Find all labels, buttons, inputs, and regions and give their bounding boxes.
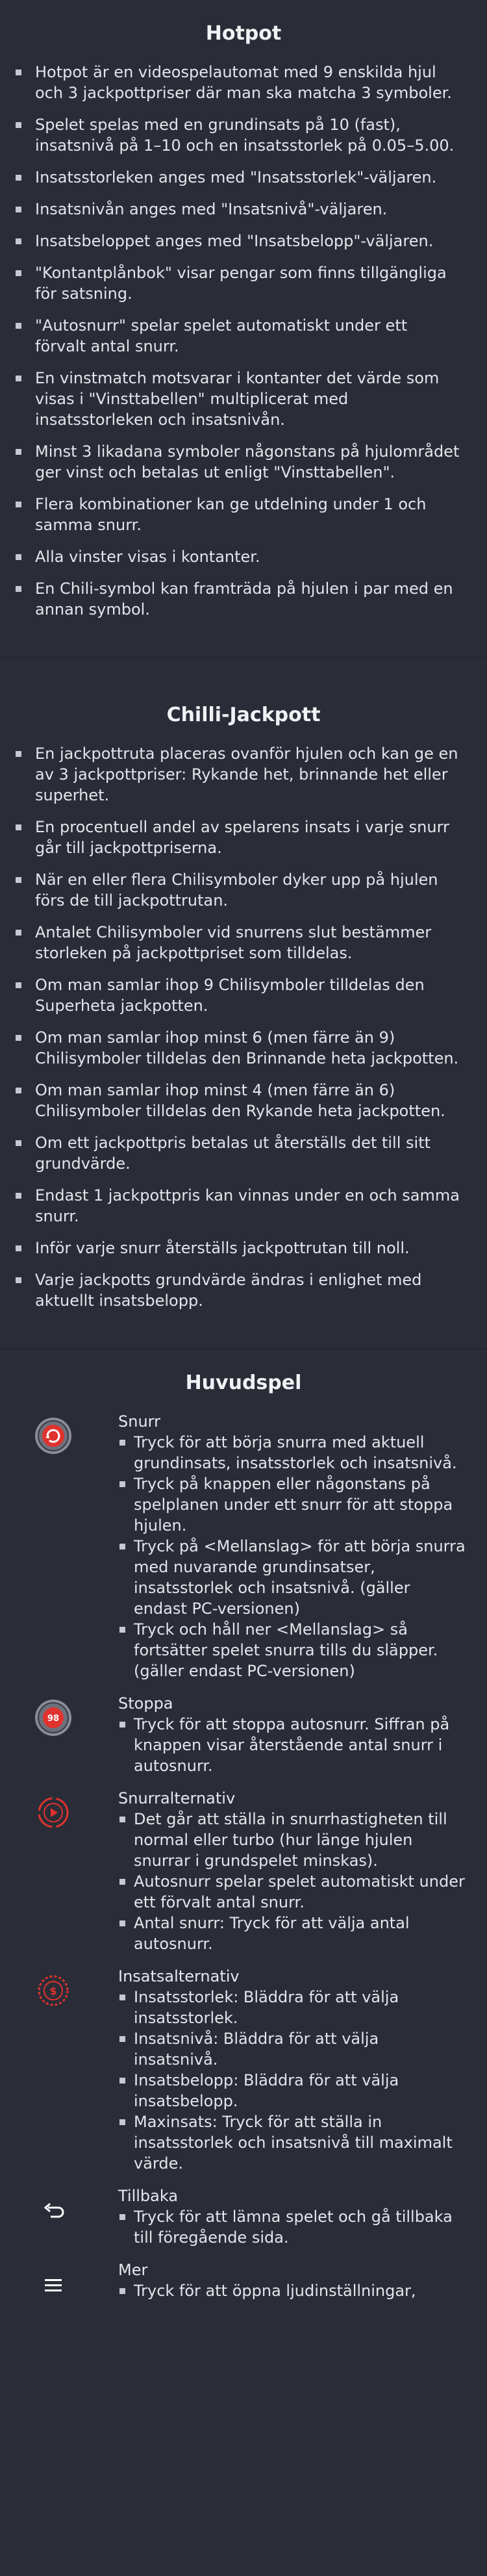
- list-item: Tryck för att stoppa autosnurr. Siffran …: [119, 1714, 468, 1776]
- list-item: Maxinsats: Tryck för att ställa in insat…: [119, 2111, 468, 2174]
- chilli-jackpot-title: Chilli-Jackpott: [166, 704, 321, 726]
- stop-row: 98 Stoppa Tryck för att stoppa autosnurr…: [0, 1693, 487, 1788]
- list-item: Autosnurr spelar spelet automatiskt unde…: [119, 1871, 468, 1913]
- chilli-jackpot-section: Chilli-Jackpott En jackpottruta placeras…: [0, 657, 487, 1348]
- menu-icon[interactable]: [34, 2265, 73, 2304]
- list-item: Om man samlar ihop 9 Chilisymboler tilld…: [16, 975, 461, 1016]
- bet-options-title: Insatsalternativ: [118, 1967, 240, 1985]
- spin-options-title: Snurralternativ: [118, 1789, 236, 1807]
- back-title: Tillbaka: [118, 2187, 179, 2205]
- list-item: En vinstmatch motsvarar i kontanter det …: [16, 368, 461, 430]
- spin-title: Snurr: [118, 1412, 160, 1431]
- list-item: Tryck på <Mellanslag> för att börja snur…: [119, 1536, 468, 1619]
- list-item: Flera kombinationer kan ge utdelning und…: [16, 494, 461, 535]
- list-item: Insatsstorlek: Bläddra för att välja ins…: [119, 1987, 468, 2028]
- list-item: Spelet spelas med en grundinsats på 10 (…: [16, 114, 461, 156]
- list-item: Insatsnivån anges med "Insatsnivå"-välja…: [16, 199, 461, 220]
- list-item: Insatsbelopp: Bläddra för att välja insa…: [119, 2070, 468, 2111]
- chilli-rules-list: En jackpottruta placeras ovanför hjulen …: [0, 743, 487, 1311]
- more-row: Mer Tryck för att öppna ljudinställninga…: [0, 2260, 487, 2313]
- list-item: Hotpot är en videospelautomat med 9 ensk…: [16, 62, 461, 103]
- list-item: Tryck för att öppna ljudinställningar,: [119, 2280, 468, 2301]
- list-item: Det går att ställa in snurrhastigheten t…: [119, 1809, 468, 1871]
- svg-text:$: $: [49, 1985, 56, 1997]
- list-item: Insatsbeloppet anges med "Insatsbelopp"-…: [16, 231, 461, 251]
- back-row: Tillbaka Tryck för att lämna spelet och …: [0, 2186, 487, 2260]
- back-description-list: Tryck för att lämna spelet och gå tillba…: [118, 2206, 468, 2248]
- main-game-section: Huvudspel Snurr Tryck för att börja snur…: [0, 1348, 487, 2313]
- main-game-title: Huvudspel: [185, 1371, 302, 1394]
- more-description-list: Tryck för att öppna ljudinställningar,: [118, 2280, 468, 2301]
- bet-options-icon[interactable]: $: [34, 1971, 73, 2010]
- hotpot-rules-list: Hotpot är en videospelautomat med 9 ensk…: [0, 62, 487, 620]
- spin-row: Snurr Tryck för att börja snurra med akt…: [0, 1411, 487, 1693]
- spin-options-description-list: Det går att ställa in snurrhastigheten t…: [118, 1809, 468, 1954]
- list-item: Om man samlar ihop minst 6 (men färre än…: [16, 1027, 461, 1069]
- back-arrow-icon[interactable]: [34, 2191, 73, 2230]
- spin-options-icon[interactable]: [34, 1793, 73, 1832]
- list-item: En procentuell andel av spelarens insats…: [16, 817, 461, 858]
- list-item: En jackpottruta placeras ovanför hjulen …: [16, 743, 461, 806]
- hotpot-section: Hotpot Hotpot är en videospelautomat med…: [0, 0, 487, 657]
- stop-description-list: Tryck för att stoppa autosnurr. Siffran …: [118, 1714, 468, 1776]
- list-item: Antal snurr: Tryck för att välja antal a…: [119, 1913, 468, 1954]
- list-item: Tryck och håll ner <Mellanslag> så forts…: [119, 1619, 468, 1681]
- spin-button-icon[interactable]: [34, 1416, 73, 1455]
- list-item: Om man samlar ihop minst 4 (men färre än…: [16, 1080, 461, 1121]
- list-item: Endast 1 jackpottpris kan vinnas under e…: [16, 1185, 461, 1227]
- stop-autospin-icon[interactable]: 98: [34, 1698, 73, 1737]
- stop-title: Stoppa: [118, 1694, 173, 1713]
- list-item: Antalet Chilisymboler vid snurrens slut …: [16, 922, 461, 963]
- hotpot-title: Hotpot: [205, 22, 282, 45]
- list-item: "Autosnurr" spelar spelet automatiskt un…: [16, 315, 461, 357]
- list-item: Minst 3 likadana symboler någonstans på …: [16, 441, 461, 483]
- list-item: Varje jackpotts grundvärde ändras i enli…: [16, 1269, 461, 1311]
- bet-options-row: $ Insatsalternativ Insatsstorlek: Bläddr…: [0, 1966, 487, 2186]
- list-item: "Kontantplånbok" visar pengar som finns …: [16, 262, 461, 304]
- list-item: Alla vinster visas i kontanter.: [16, 546, 461, 567]
- list-item: Inför varje snurr återställs jackpottrut…: [16, 1238, 461, 1258]
- spin-description-list: Tryck för att börja snurra med aktuell g…: [118, 1432, 468, 1681]
- list-item: Insatsnivå: Bläddra för att välja insats…: [119, 2028, 468, 2070]
- spin-options-row: Snurralternativ Det går att ställa in sn…: [0, 1788, 487, 1966]
- list-item: Insatsstorleken anges med "Insatsstorlek…: [16, 167, 461, 188]
- list-item: Om ett jackpottpris betalas ut återställ…: [16, 1132, 461, 1174]
- list-item: Tryck på knappen eller någonstans på spe…: [119, 1473, 468, 1536]
- bet-options-description-list: Insatsstorlek: Bläddra för att välja ins…: [118, 1987, 468, 2174]
- more-title: Mer: [118, 2261, 148, 2279]
- list-item: När en eller flera Chilisymboler dyker u…: [16, 869, 461, 911]
- list-item: Tryck för att börja snurra med aktuell g…: [119, 1432, 468, 1473]
- stop-badge-count: 98: [47, 1714, 59, 1724]
- list-item: Tryck för att lämna spelet och gå tillba…: [119, 2206, 468, 2248]
- list-item: En Chili-symbol kan framträda på hjulen …: [16, 578, 461, 620]
